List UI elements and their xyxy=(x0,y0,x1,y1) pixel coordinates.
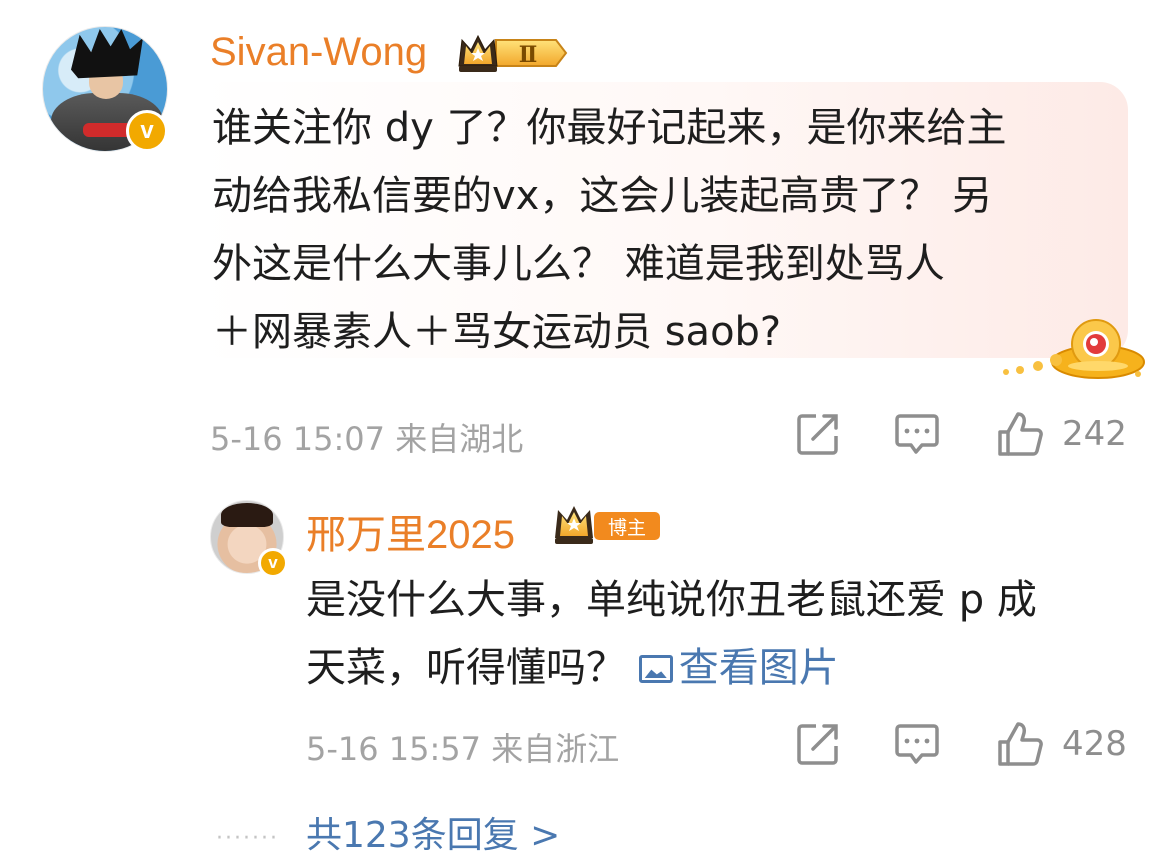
author-crown-badge-icon: 博主 xyxy=(555,506,660,544)
comment-line: ＋网暴素人＋骂女运动员 saob? xyxy=(212,309,782,355)
author-badge-label: 博主 xyxy=(608,517,646,539)
reply-meta: 5-16 15:57 来自浙江 xyxy=(306,724,619,770)
reply-timestamp: 5-16 15:57 xyxy=(306,730,482,768)
verified-badge-icon: v xyxy=(126,110,168,152)
reply-location: 来自浙江 xyxy=(491,730,620,768)
comment-body: 谁关注你 dy 了？你最好记起来，是你来给主 动给我私信要的vx，这会儿装起高贵… xyxy=(212,94,1007,366)
reply-line-text: 天菜，听得懂吗？ xyxy=(306,645,639,691)
image-icon xyxy=(638,655,673,683)
reply-body: 是没什么大事，单纯说你丑老鼠还爱 p 成 天菜，听得懂吗？ 查看图片 xyxy=(306,566,1037,702)
comment-line: 谁关注你 dy 了？你最好记起来，是你来给主 xyxy=(212,105,1007,151)
reply-author-username[interactable]: 邢万里2025 xyxy=(306,502,515,560)
like-count: 242 xyxy=(1062,414,1127,454)
reply-line: 天菜，听得懂吗？ 查看图片 xyxy=(306,634,1037,702)
commenter-username[interactable]: Sivan-Wong xyxy=(210,30,427,75)
avatar-figure-hair xyxy=(221,503,273,527)
share-icon[interactable] xyxy=(796,412,840,456)
comment-meta: 5-16 15:07 来自湖北 xyxy=(210,414,523,460)
comment-line: 外这是什么大事儿么？ 难道是我到处骂人 xyxy=(212,241,945,287)
view-image-link[interactable]: 查看图片 xyxy=(638,645,839,691)
verified-badge-icon: v xyxy=(258,548,288,578)
share-icon[interactable] xyxy=(796,722,840,766)
level-text: Ⅱ xyxy=(519,42,538,68)
comment-icon[interactable] xyxy=(895,722,939,766)
thumbs-up-icon[interactable] xyxy=(996,410,1044,458)
vip-crown-level-badge-icon: Ⅱ xyxy=(458,34,568,72)
view-image-label: 查看图片 xyxy=(678,645,839,691)
comment-line: 动给我私信要的vx，这会儿装起高贵了？ 另 xyxy=(212,173,993,219)
comment-icon[interactable] xyxy=(895,412,939,456)
thumbs-up-icon[interactable] xyxy=(996,720,1044,768)
comment-location: 来自湖北 xyxy=(395,420,524,458)
ufo-sticker-icon xyxy=(1003,319,1145,379)
more-replies-link[interactable]: 共123条回复 > xyxy=(306,806,560,858)
reply-thread-dots: ······· xyxy=(216,826,279,851)
reply-line: 是没什么大事，单纯说你丑老鼠还爱 p 成 xyxy=(306,577,1037,623)
like-count: 428 xyxy=(1062,724,1127,764)
comment-timestamp: 5-16 15:07 xyxy=(210,420,386,458)
